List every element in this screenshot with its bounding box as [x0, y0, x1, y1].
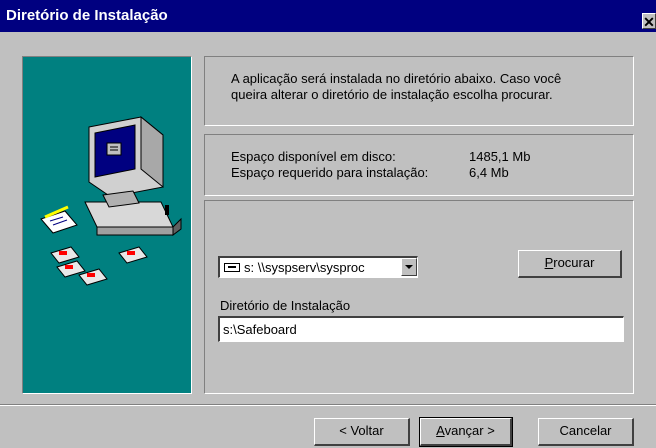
directory-group	[204, 200, 634, 394]
drive-select-value: s: \\syspserv\sysproc	[244, 260, 365, 275]
title-bar[interactable]: Diretório de Instalação ✕	[0, 0, 656, 32]
disk-space-group: Espaço disponível em disco: 1485,1 Mb Es…	[204, 134, 634, 196]
install-dir-label: Diretório de Instalação	[220, 298, 351, 313]
available-space-value: 1485,1 Mb	[469, 149, 531, 164]
next-button[interactable]: Avançar >	[419, 417, 513, 447]
info-line-1: A aplicação será instalada no diretório …	[231, 71, 562, 86]
browse-label: rocurar	[553, 255, 595, 270]
footer-divider-highlight	[0, 405, 656, 406]
required-space-label: Espaço requerido para instalação:	[231, 165, 429, 180]
window-title: Diretório de Instalação	[6, 7, 168, 24]
network-drive-icon	[224, 263, 240, 272]
drive-select[interactable]: s: \\syspserv\sysproc	[218, 256, 418, 278]
back-button[interactable]: < Voltar	[314, 418, 410, 446]
next-label: vançar >	[444, 423, 495, 438]
info-line-2: queira alterar o diretório de instalação…	[231, 87, 553, 102]
close-icon: ✕	[643, 14, 655, 29]
next-mnemonic: A	[436, 423, 445, 438]
cancel-button[interactable]: Cancelar	[538, 418, 634, 446]
illustration-panel	[22, 56, 192, 394]
close-button[interactable]: ✕	[642, 13, 656, 29]
available-space-label: Espaço disponível em disco:	[231, 149, 396, 164]
computer-setup-illustration	[40, 115, 182, 286]
browse-button[interactable]: Procurar	[518, 250, 622, 278]
installer-window: Diretório de Instalação ✕ A aplicação se…	[0, 0, 656, 448]
browse-mnemonic: P	[544, 255, 554, 270]
info-group: A aplicação será instalada no diretório …	[204, 56, 634, 126]
back-label: < Voltar	[339, 423, 384, 438]
chevron-down-icon[interactable]	[401, 258, 417, 276]
cancel-label: Cancelar	[559, 423, 612, 438]
required-space-value: 6,4 Mb	[469, 165, 509, 180]
install-dir-field[interactable]	[218, 316, 624, 342]
